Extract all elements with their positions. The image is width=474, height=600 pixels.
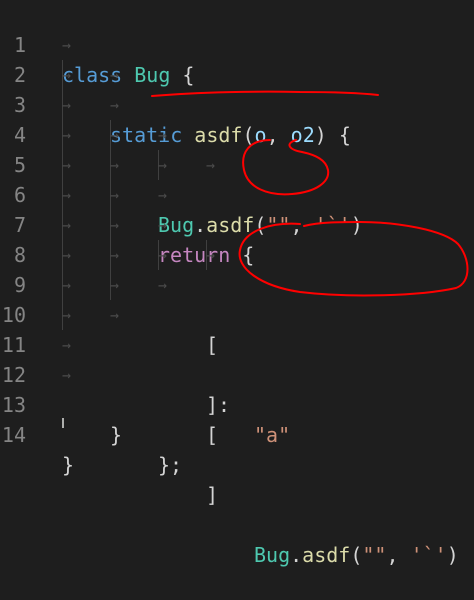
string-literal: "a": [254, 423, 291, 447]
tab-arrow-icon: →: [110, 156, 120, 174]
code-line[interactable]: 2 → static asdf(o, o2) {: [0, 30, 474, 147]
tab-arrow-icon: →: [110, 216, 120, 234]
tab-arrow-icon: →: [62, 276, 72, 294]
tab-arrow-icon: →: [110, 96, 120, 114]
tab-arrow-icon: →: [110, 246, 120, 264]
code-line[interactable]: 6 → → → → "a": [0, 150, 474, 447]
code-line[interactable]: 12 → }: [0, 330, 474, 447]
tab-arrow-icon: →: [158, 216, 168, 234]
tab-arrow-icon: →: [62, 366, 72, 384]
code-line[interactable]: 1 class Bug {: [0, 0, 474, 87]
code-line[interactable]: 8 → → → [: [0, 210, 474, 447]
tab-arrow-icon: →: [206, 246, 216, 264]
tab-arrow-icon: →: [110, 306, 120, 324]
tab-arrow-icon: →: [62, 126, 72, 144]
tab-arrow-icon: →: [110, 276, 120, 294]
tab-arrow-icon: →: [62, 66, 72, 84]
tab-arrow-icon: →: [62, 156, 72, 174]
method-name: asdf: [302, 543, 351, 567]
code-line[interactable]: 5 → → → [: [0, 120, 474, 357]
tab-arrow-icon: →: [206, 156, 216, 174]
line-number: 14: [1, 423, 26, 447]
tab-arrow-icon: →: [158, 156, 168, 174]
tab-arrow-icon: →: [62, 216, 72, 234]
text-cursor: [62, 418, 64, 428]
string-literal: "": [362, 543, 387, 567]
code-line[interactable]: 10 → → → ]: [0, 270, 474, 507]
class-name: Bug: [254, 543, 291, 567]
code-line[interactable]: 9 → → → → Bug.asdf("", '`'): [0, 240, 474, 567]
code-line[interactable]: 13 →: [0, 360, 474, 417]
tab-arrow-icon: →: [158, 186, 168, 204]
tab-arrow-icon: →: [158, 246, 168, 264]
code-editor[interactable]: 1 class Bug { 2 → static asdf(o, o2) { 3…: [0, 0, 474, 567]
tab-arrow-icon: →: [158, 126, 168, 144]
tab-arrow-icon: →: [62, 186, 72, 204]
tab-arrow-icon: →: [110, 66, 120, 84]
tab-arrow-icon: →: [62, 36, 72, 54]
code-line[interactable]: 4 → → return {: [0, 90, 474, 267]
tab-arrow-icon: →: [62, 96, 72, 114]
tab-arrow-icon: →: [158, 276, 168, 294]
tab-arrow-icon: →: [62, 336, 72, 354]
code-line[interactable]: 7 → → → ]:: [0, 180, 474, 417]
tab-arrow-icon: →: [62, 246, 72, 264]
tab-arrow-icon: →: [62, 306, 72, 324]
tab-arrow-icon: →: [110, 186, 120, 204]
string-literal: '`': [410, 543, 447, 567]
code-line[interactable]: 14 }: [0, 390, 474, 477]
code-line[interactable]: 11 → → };: [0, 300, 474, 477]
tab-arrow-icon: →: [110, 126, 120, 144]
code-line[interactable]: 3 → → Bug.asdf("", '`'): [0, 60, 474, 237]
